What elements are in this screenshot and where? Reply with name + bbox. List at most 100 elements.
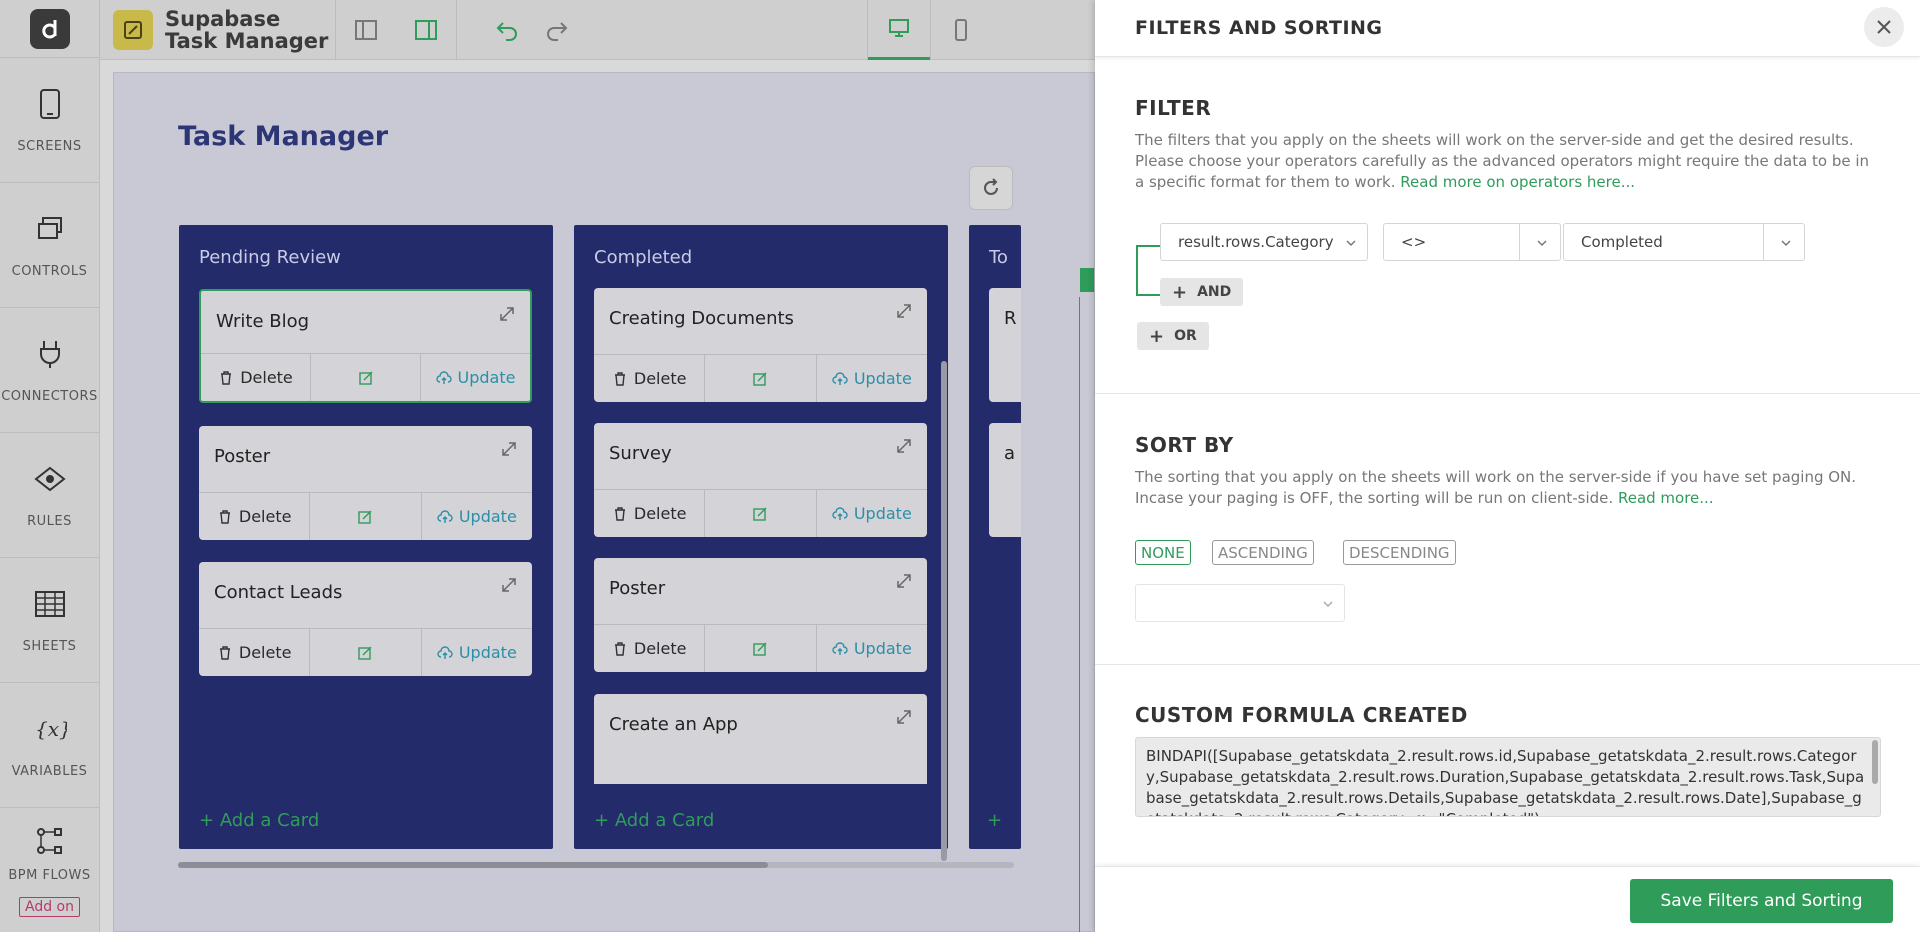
column-scrollbar[interactable] <box>941 361 947 861</box>
edit-button[interactable] <box>705 490 817 537</box>
filter-field-select[interactable]: result.rows.Category <box>1160 223 1368 261</box>
operators-link[interactable]: Read more on operators here... <box>1400 173 1635 191</box>
trash-icon <box>614 641 625 656</box>
filter-description: The filters that you apply on the sheets… <box>1135 130 1880 193</box>
update-button[interactable]: Update <box>817 625 927 672</box>
desktop-view-button[interactable] <box>868 0 930 60</box>
left-panel-toggle-button[interactable] <box>336 0 396 60</box>
plus-icon: + <box>1149 325 1165 347</box>
delete-button[interactable]: Delete <box>199 629 311 676</box>
app-logo[interactable] <box>0 0 99 58</box>
close-icon <box>1877 20 1891 34</box>
task-card[interactable]: Contact Leads Delete Update <box>199 562 532 676</box>
sidebar-item-screens[interactable]: SCREENS <box>0 58 99 183</box>
sidebar-item-label: SCREENS <box>17 138 82 154</box>
expand-icon[interactable] <box>895 437 913 455</box>
sidebar-item-controls[interactable]: CONTROLS <box>0 183 99 308</box>
update-button[interactable]: Update <box>421 354 530 401</box>
save-filters-button[interactable]: Save Filters and Sorting <box>1630 879 1893 923</box>
task-card[interactable]: Create an App <box>594 694 927 784</box>
edit-button[interactable] <box>310 493 422 540</box>
cloud-upload-icon <box>437 509 453 523</box>
addon-badge[interactable]: Add on <box>19 896 80 917</box>
sidebar-item-rules[interactable]: RULES <box>0 433 99 558</box>
close-button[interactable] <box>1864 7 1904 47</box>
filter-value-text: Completed <box>1581 233 1663 251</box>
task-card[interactable]: Creating Documents Delete Update <box>594 288 927 402</box>
scrollbar-thumb[interactable] <box>178 862 768 868</box>
edit-button[interactable] <box>311 354 421 401</box>
add-and-condition-button[interactable]: + AND <box>1160 278 1244 306</box>
sort-section: SORT BY The sorting that you apply on th… <box>1135 433 1880 509</box>
sort-option-descending[interactable]: DESCENDING <box>1343 540 1456 565</box>
edit-button[interactable] <box>310 629 422 676</box>
task-card[interactable]: R <box>989 288 1021 402</box>
delete-button[interactable]: Delete <box>199 493 311 540</box>
edit-button[interactable] <box>705 355 817 402</box>
sort-read-more-link[interactable]: Read more... <box>1618 489 1714 507</box>
edit-icon <box>753 642 767 656</box>
expand-icon[interactable] <box>895 572 913 590</box>
update-button[interactable]: Update <box>422 629 532 676</box>
expand-icon[interactable] <box>895 708 913 726</box>
expand-icon[interactable] <box>500 576 518 594</box>
expand-icon[interactable] <box>895 302 913 320</box>
task-card[interactable]: Survey Delete Update <box>594 423 927 537</box>
redo-button[interactable] <box>537 0 577 60</box>
card-title: Survey <box>609 443 672 464</box>
panel-footer: Save Filters and Sorting <box>1095 866 1920 932</box>
filter-value-select[interactable]: Completed <box>1563 223 1805 261</box>
undo-button[interactable] <box>477 0 537 60</box>
edit-icon <box>358 646 372 660</box>
edit-button[interactable] <box>705 625 817 672</box>
expand-icon[interactable] <box>500 440 518 458</box>
update-button[interactable]: Update <box>422 493 532 540</box>
delete-button[interactable]: Delete <box>594 625 706 672</box>
redo-icon <box>547 21 568 41</box>
right-panel-toggle-button[interactable] <box>396 0 456 60</box>
custom-formula-textarea[interactable]: BINDAPI([Supabase_getatskdata_2.result.r… <box>1135 737 1881 817</box>
expand-icon[interactable] <box>498 305 516 323</box>
sort-option-ascending[interactable]: ASCENDING <box>1212 540 1314 565</box>
board-column-completed: Completed Creating Documents Delete Upda… <box>574 225 948 849</box>
or-label: OR <box>1174 328 1197 344</box>
sidebar-item-connectors[interactable]: CONNECTORS <box>0 308 99 433</box>
add-card-button[interactable]: + Add a Card <box>199 810 319 831</box>
sidebar-item-label: BPM FLOWS <box>8 867 91 883</box>
sidebar-item-bpm-flows[interactable]: BPM FLOWS Add on <box>0 808 99 932</box>
delete-label: Delete <box>633 504 687 523</box>
add-or-condition-button[interactable]: + OR <box>1137 322 1209 350</box>
selection-handle[interactable] <box>1080 268 1094 292</box>
cloud-upload-icon <box>832 371 848 385</box>
sidebar-item-sheets[interactable]: SHEETS <box>0 558 99 683</box>
sidebar-item-variables[interactable]: {x} VARIABLES <box>0 683 99 808</box>
delete-button[interactable]: Delete <box>201 354 311 401</box>
grid-icon <box>34 590 65 617</box>
update-button[interactable]: Update <box>817 355 927 402</box>
formula-scrollbar[interactable] <box>1872 740 1878 784</box>
task-card[interactable]: Write Blog Delete Update <box>199 289 532 403</box>
card-actions: Delete Update <box>199 628 532 676</box>
refresh-button[interactable] <box>969 166 1013 210</box>
task-card[interactable]: a <box>989 423 1021 537</box>
filter-operator-select[interactable]: <> <box>1383 223 1561 261</box>
add-card-button[interactable]: + Add a Card <box>594 810 714 831</box>
card-actions: Delete Update <box>594 354 927 402</box>
column-title: To <box>989 247 1008 268</box>
delete-button[interactable]: Delete <box>594 490 706 537</box>
refresh-icon <box>984 178 998 195</box>
board-scrollbar[interactable] <box>178 862 1014 868</box>
filter-field-value: result.rows.Category <box>1178 233 1334 251</box>
trash-icon <box>219 509 230 524</box>
mobile-view-button[interactable] <box>931 0 991 60</box>
sort-field-select[interactable] <box>1135 584 1345 622</box>
delete-button[interactable]: Delete <box>594 355 706 402</box>
add-card-button[interactable]: + <box>987 810 1002 831</box>
chevron-down-icon <box>1537 240 1547 247</box>
edit-icon <box>358 371 372 385</box>
update-button[interactable]: Update <box>817 490 927 537</box>
task-card[interactable]: Poster Delete Update <box>199 426 532 540</box>
task-card[interactable]: Poster Delete Update <box>594 558 927 672</box>
column-title: Pending Review <box>199 247 341 268</box>
sort-option-none[interactable]: NONE <box>1135 540 1191 565</box>
